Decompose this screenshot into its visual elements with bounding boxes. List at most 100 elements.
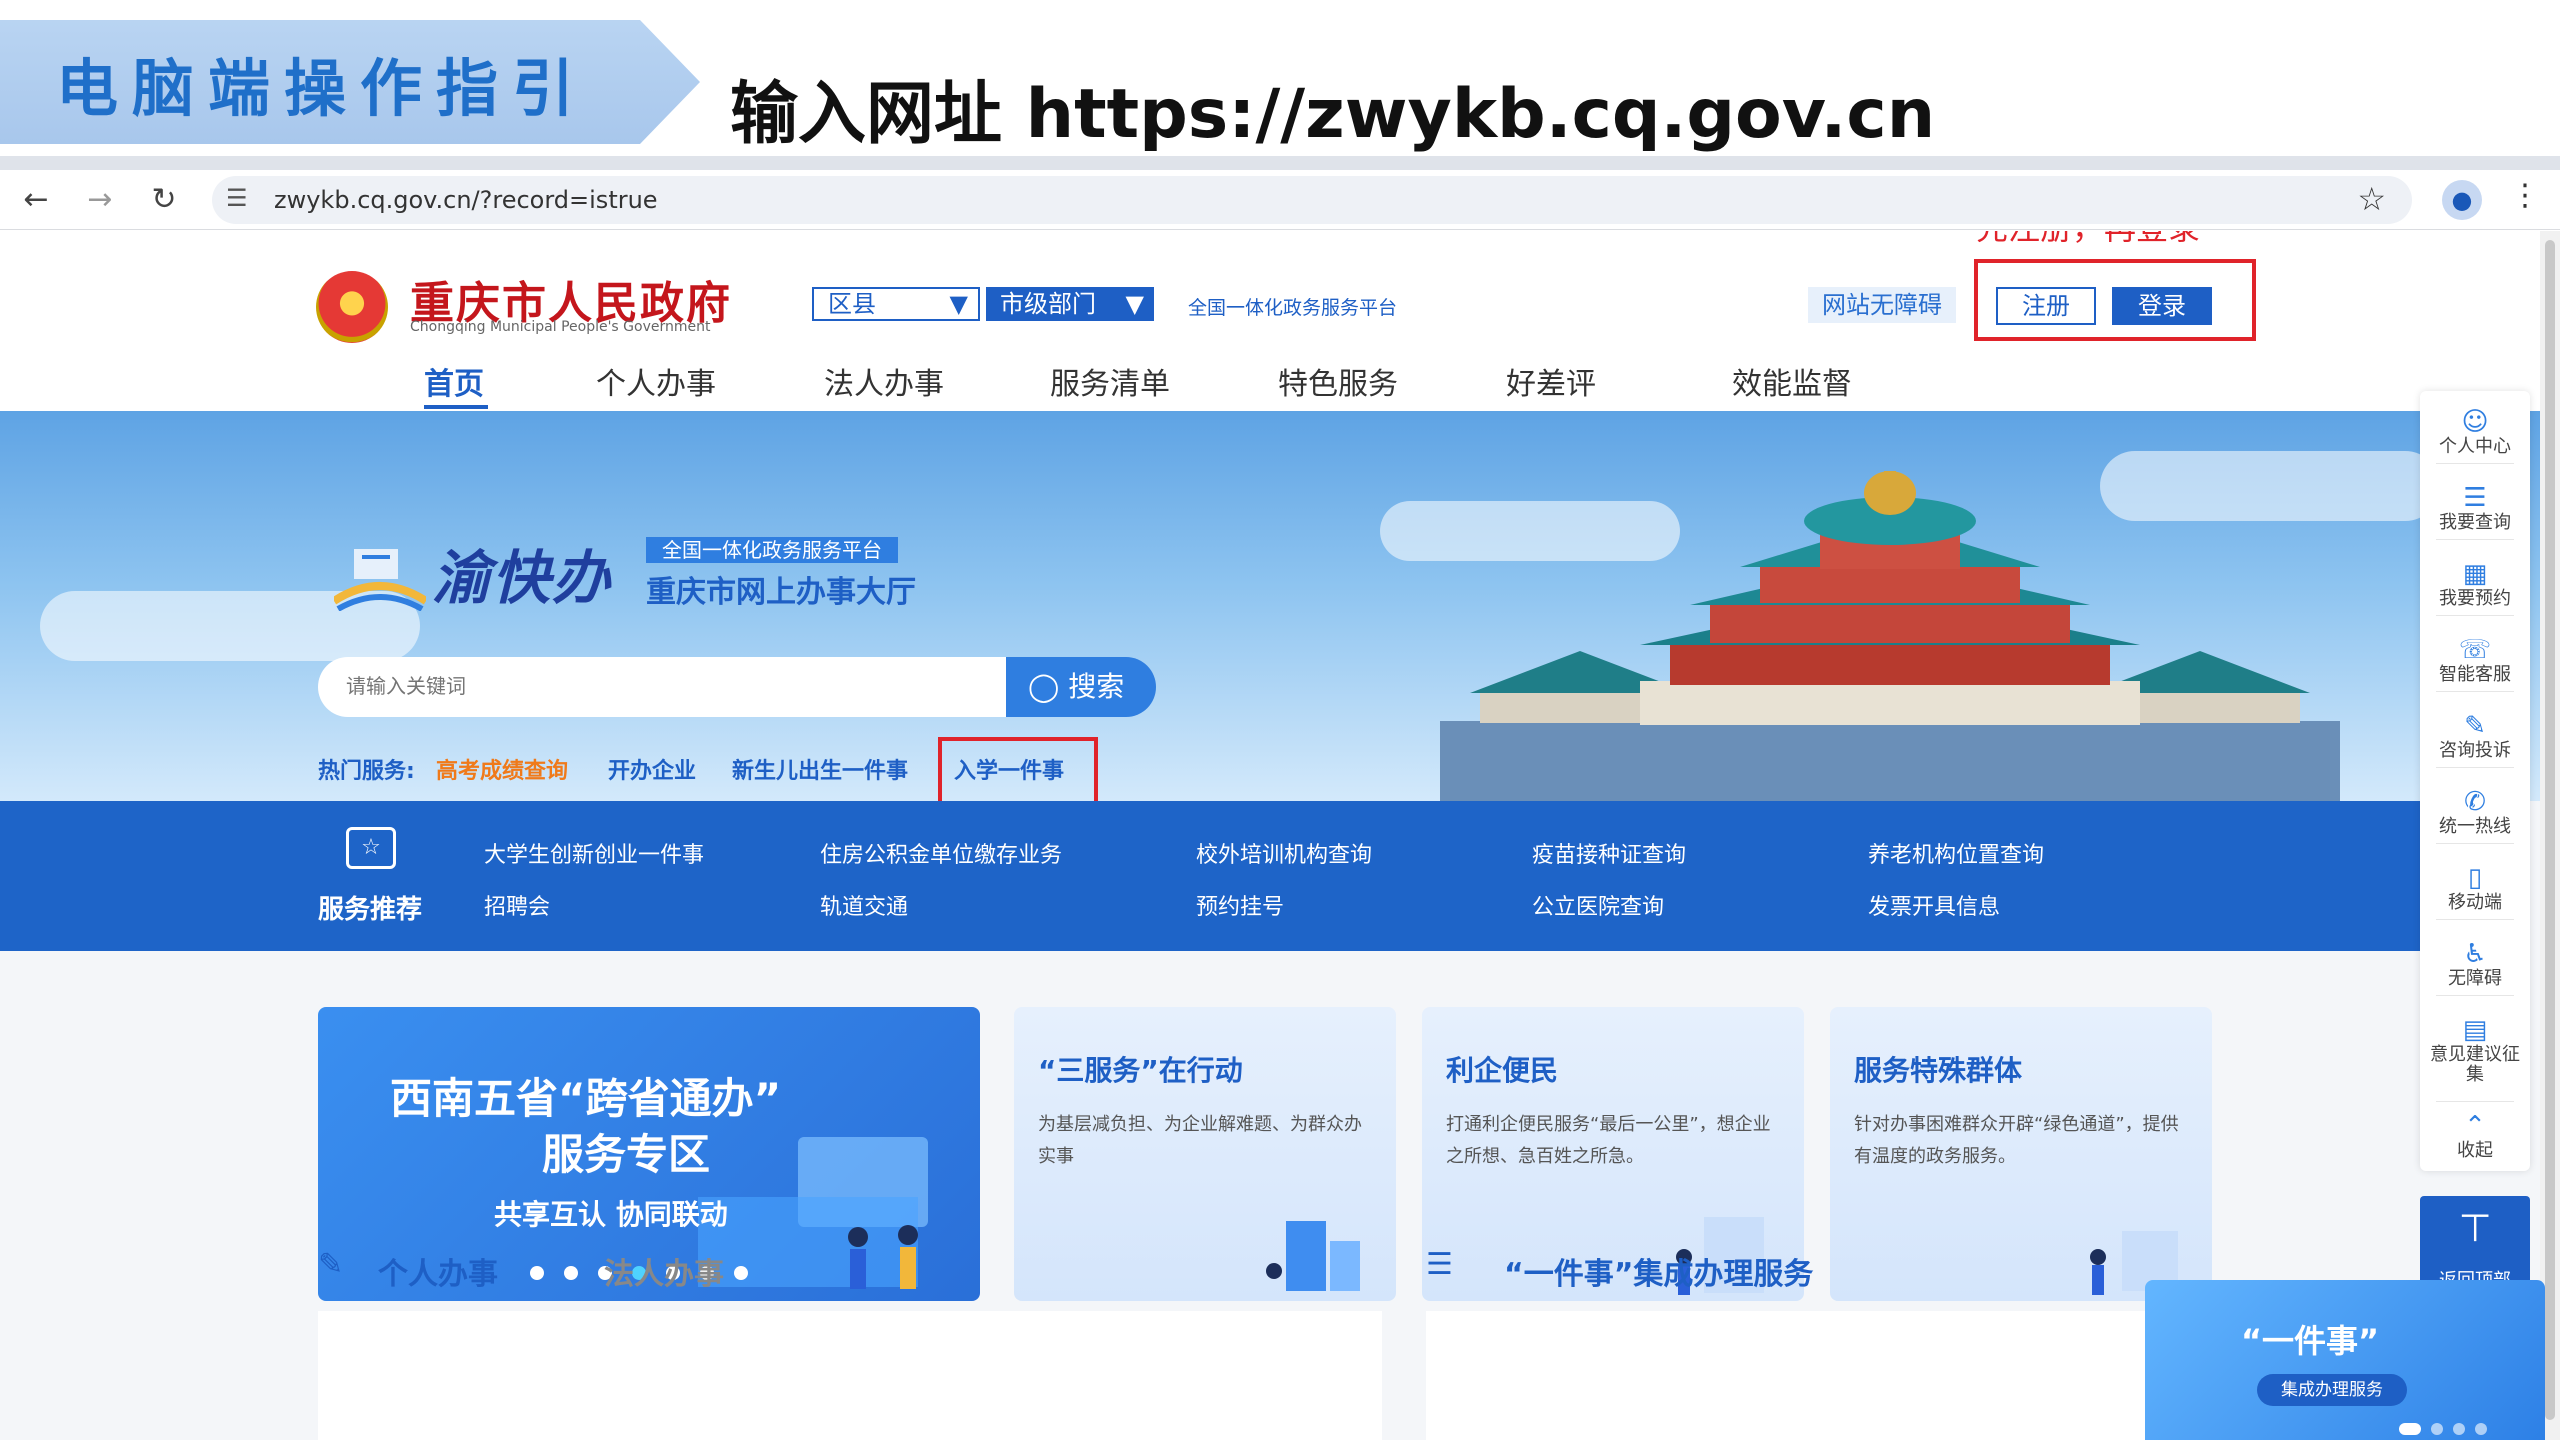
nav-legal[interactable]: 法人办事 <box>824 359 944 403</box>
cross-province-line3: 共享互认 协同联动 <box>494 1198 728 1231</box>
toolbar-accessibility[interactable]: ♿ 无障碍 <box>2420 939 2530 989</box>
toolbar-label: 我要预约 <box>2439 588 2511 609</box>
service-link[interactable]: 轨道交通 <box>820 889 908 921</box>
phone-icon: ✆ <box>2464 787 2486 817</box>
site-header: 重庆市人民政府 Chongqing Municipal People's Gov… <box>0 231 2540 411</box>
city-department-select[interactable]: 市级部门 ▼ <box>986 287 1154 321</box>
scrollbar-thumb[interactable] <box>2545 240 2555 1420</box>
card-text: 为基层减负担、为企业解难题、为群众办实事 <box>1038 1114 1362 1167</box>
tab-legal[interactable]: 法人办事 <box>604 1249 724 1293</box>
divider <box>2436 539 2514 540</box>
hot-item-gaokao[interactable]: 高考成绩查询 <box>436 753 568 785</box>
address-bar[interactable]: ☰ zwykb.cq.gov.cn/?record=istrue ☆ <box>212 176 2412 224</box>
right-toolbar: ☺ 个人中心 ☰ 我要查询 ▦ 我要预约 ☏ 智能客服 ✎ 咨询投诉 ✆ 统一热… <box>2420 391 2530 1171</box>
bookmark-star-icon[interactable]: ☆ <box>2357 180 2386 218</box>
popup-dot[interactable] <box>2453 1423 2465 1435</box>
chevron-up-icon: ⌃ <box>2464 1111 2486 1141</box>
cross-province-line1: 西南五省“跨省通办” <box>390 1074 782 1123</box>
county-select[interactable]: 区县 ▼ <box>812 287 980 321</box>
hero-banner: 渝快办 全国一体化政务服务平台 重庆市网上办事大厅 ◯ 搜索 热门服务: 高考成… <box>0 411 2540 801</box>
popup-dot-active[interactable] <box>2399 1423 2421 1435</box>
toolbar-complaint[interactable]: ✎ 咨询投诉 <box>2420 711 2530 761</box>
divider <box>2436 463 2514 464</box>
brand-name: 渝快办 <box>432 544 613 612</box>
service-link[interactable]: 疫苗接种证查询 <box>1532 837 1686 869</box>
address-url[interactable]: zwykb.cq.gov.cn/?record=istrue <box>274 186 658 214</box>
accessibility-button[interactable]: 网站无障碍 <box>1808 287 1956 323</box>
register-button[interactable]: 注册 <box>1996 287 2096 325</box>
toolbar-label: 统一热线 <box>2439 816 2511 837</box>
divider <box>2436 691 2514 692</box>
toolbar-feedback[interactable]: ▤ 意见建议征集 <box>2420 1015 2530 1085</box>
register-note: 先注册，再登录 <box>1976 231 2200 249</box>
popup-pill[interactable]: 集成办理服务 <box>2257 1374 2407 1406</box>
service-link[interactable]: 招聘会 <box>484 889 550 921</box>
toolbar-query[interactable]: ☰ 我要查询 <box>2420 483 2530 533</box>
browser-toolbar: ← → ↻ ☰ zwykb.cq.gov.cn/?record=istrue ☆… <box>0 170 2560 230</box>
toolbar-hotline[interactable]: ✆ 统一热线 <box>2420 787 2530 837</box>
guide-instruction: 输入网址 https://zwykb.cq.gov.cn <box>730 75 1936 154</box>
toolbar-mobile[interactable]: ▯ 移动端 <box>2420 863 2530 913</box>
tab-personal[interactable]: 个人办事 <box>378 1249 498 1293</box>
hot-item-business[interactable]: 开办企业 <box>608 753 696 785</box>
chevron-down-icon: ▼ <box>1125 290 1144 318</box>
browser-tab-strip <box>0 156 2560 170</box>
site-subtitle: Chongqing Municipal People's Government <box>410 319 711 335</box>
search-button[interactable]: ◯ 搜索 <box>1006 657 1156 717</box>
enrollment-highlight <box>938 737 1098 801</box>
service-link[interactable]: 养老机构位置查询 <box>1868 837 2044 869</box>
brand-tag: 全国一体化政务服务平台 <box>646 537 898 563</box>
nav-home[interactable]: 首页 <box>424 359 484 403</box>
integrated-service-title[interactable]: “一件事”集成办理服务 <box>1504 1249 1813 1293</box>
service-recommend-strip: ☆ 服务推荐 大学生创新创业一件事 招聘会 住房公积金单位缴存业务 轨道交通 校… <box>0 801 2420 951</box>
search-input[interactable] <box>318 657 1006 717</box>
platform-tag[interactable]: 全国一体化政务服务平台 <box>1188 293 1397 320</box>
forward-arrow-icon[interactable]: → <box>82 182 118 218</box>
three-services-card[interactable]: “三服务”在行动 为基层减负担、为企业解难题、为群众办实事 <box>1014 1007 1396 1301</box>
list-icon: ☰ <box>1426 1247 1453 1282</box>
profile-avatar-icon[interactable]: ● <box>2442 180 2482 220</box>
popup-dot[interactable] <box>2431 1423 2443 1435</box>
yukuaiban-logo-icon <box>334 549 426 611</box>
carousel-dot[interactable] <box>530 1266 544 1280</box>
service-link[interactable]: 住房公积金单位缴存业务 <box>820 837 1062 869</box>
hot-item-newborn[interactable]: 新生儿出生一件事 <box>732 753 908 785</box>
calendar-icon: ▦ <box>2462 559 2488 589</box>
nav-service-list[interactable]: 服务清单 <box>1050 359 1170 403</box>
toolbar-collapse[interactable]: ⌃ 收起 <box>2420 1111 2530 1161</box>
nav-personal[interactable]: 个人办事 <box>596 359 716 403</box>
service-link[interactable]: 预约挂号 <box>1196 889 1284 921</box>
search-list-icon: ☰ <box>2463 483 2487 513</box>
service-link[interactable]: 校外培训机构查询 <box>1196 837 1372 869</box>
arrow-up-icon: ⊤ <box>2458 1206 2492 1250</box>
reload-icon[interactable]: ↻ <box>146 182 182 218</box>
one-thing-popup[interactable]: “一件事” 集成办理服务 <box>2145 1280 2545 1440</box>
monitor-star-icon: ☆ <box>346 827 396 869</box>
toolbar-label: 移动端 <box>2448 892 2502 913</box>
login-button[interactable]: 登录 <box>2112 287 2212 325</box>
popup-carousel-dots[interactable] <box>2399 1420 2497 1439</box>
nav-supervision[interactable]: 效能监督 <box>1732 359 1852 403</box>
special-groups-card[interactable]: 服务特殊群体 针对办事困难群众开辟“绿色通道”，提供有温度的政务服务。 <box>1830 1007 2212 1301</box>
service-link[interactable]: 发票开具信息 <box>1868 889 2000 921</box>
card-text: 打通利企便民服务“最后一公里”，想企业之所想、急百姓之所急。 <box>1446 1114 1771 1167</box>
toolbar-label: 智能客服 <box>2439 664 2511 685</box>
service-link[interactable]: 公立医院查询 <box>1532 889 1664 921</box>
toolbar-appointment[interactable]: ▦ 我要预约 <box>2420 559 2530 609</box>
carousel-dot[interactable] <box>734 1266 748 1280</box>
toolbar-label: 个人中心 <box>2439 436 2511 457</box>
toolbar-personal-center[interactable]: ☺ 个人中心 <box>2420 407 2530 457</box>
toolbar-label: 无障碍 <box>2448 968 2502 989</box>
nav-ratings[interactable]: 好差评 <box>1506 359 1596 403</box>
back-arrow-icon[interactable]: ← <box>18 182 54 218</box>
service-link[interactable]: 大学生创新创业一件事 <box>484 837 704 869</box>
mobile-icon: ▯ <box>2467 863 2483 893</box>
toolbar-smart-service[interactable]: ☏ 智能客服 <box>2420 635 2530 685</box>
toolbar-label: 我要查询 <box>2439 512 2511 533</box>
nav-featured[interactable]: 特色服务 <box>1278 359 1398 403</box>
carousel-dot[interactable] <box>564 1266 578 1280</box>
site-settings-icon[interactable]: ☰ <box>226 184 248 212</box>
browser-menu-icon[interactable]: ⋮ <box>2510 178 2540 213</box>
popup-dot[interactable] <box>2475 1423 2487 1435</box>
cross-province-line2: 服务专区 <box>542 1130 711 1179</box>
